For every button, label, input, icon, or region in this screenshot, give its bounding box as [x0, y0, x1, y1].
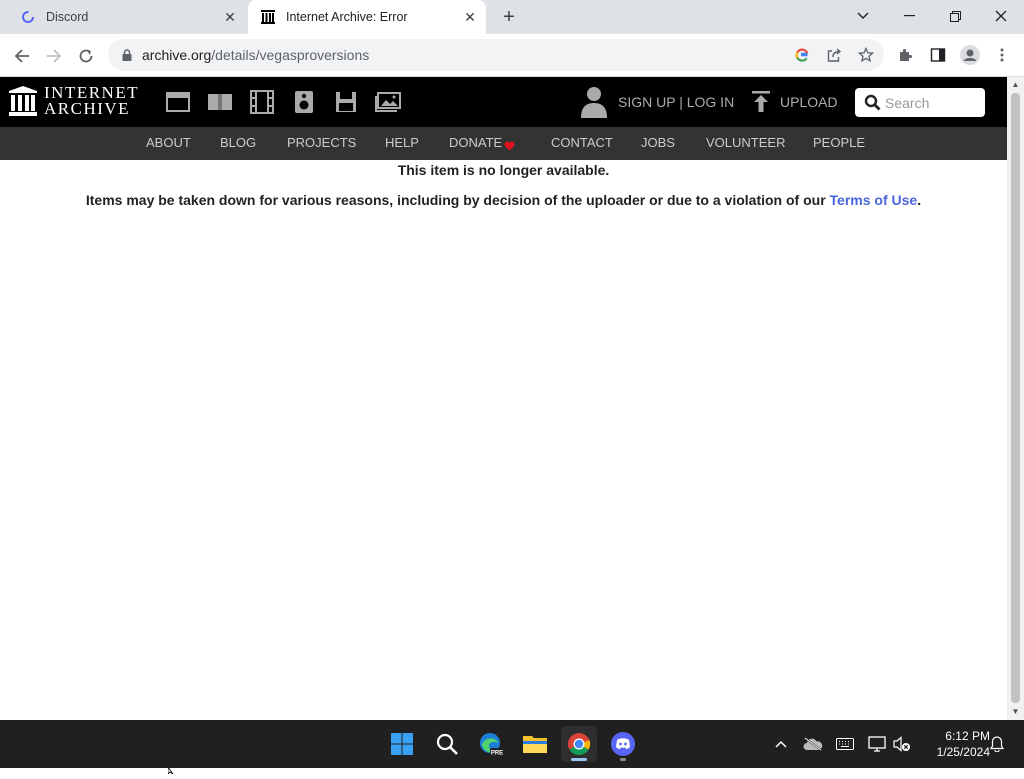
bookmark-star-icon[interactable] [853, 42, 879, 68]
clock-date: 1/25/2024 [936, 745, 990, 759]
volume-muted-icon[interactable] [892, 734, 912, 754]
ia-search-box[interactable]: Search [855, 88, 985, 117]
ia-nav-bar: ABOUT BLOG PROJECTS HELP DONATE CONTACT … [0, 127, 1007, 160]
file-explorer-icon[interactable] [517, 726, 553, 762]
side-panel-icon[interactable] [925, 42, 951, 68]
nav-about[interactable]: ABOUT [146, 135, 191, 150]
archive-building-icon [9, 86, 37, 116]
ia-top-bar: INTERNET ARCHIVE SIGN UP | LOG IN UPLOAD… [0, 77, 1007, 127]
ia-logo[interactable]: INTERNET ARCHIVE [8, 84, 139, 118]
error-message-text: Items may be taken down for various reas… [85, 192, 830, 208]
film-icon[interactable] [249, 90, 275, 114]
nav-blog[interactable]: BLOG [220, 135, 256, 150]
image-icon[interactable] [375, 90, 401, 114]
notification-bell-icon[interactable] [987, 734, 1007, 754]
page-scrollbar[interactable]: ▲ ▼ [1007, 77, 1024, 720]
scroll-up-icon[interactable]: ▲ [1011, 80, 1020, 89]
tab-internet-archive[interactable]: Internet Archive: Error ✕ [248, 0, 486, 34]
error-message: Items may be taken down for various reas… [0, 192, 1007, 208]
minimize-icon[interactable] [886, 0, 932, 32]
tab-title: Discord [46, 10, 89, 24]
signup-login-link[interactable]: SIGN UP | LOG IN [618, 94, 734, 110]
svg-text:PRE: PRE [491, 751, 503, 757]
search-icon [863, 94, 881, 112]
audio-speaker-icon[interactable] [291, 90, 317, 114]
forward-arrow-icon[interactable] [40, 42, 68, 70]
active-app-indicator [571, 758, 587, 761]
floppy-disk-icon[interactable] [333, 90, 359, 114]
tab-close-icon[interactable]: ✕ [220, 7, 240, 27]
book-icon[interactable] [207, 90, 233, 114]
running-app-indicator [620, 758, 626, 761]
user-silhouette-icon[interactable] [580, 85, 608, 124]
url-domain: archive.org [142, 47, 212, 63]
upload-link[interactable]: UPLOAD [780, 94, 838, 110]
clock-time: 6:12 PM [945, 729, 990, 743]
tab-strip: Discord ✕ Internet Archive: Error ✕ + [0, 0, 1024, 34]
scrollbar-thumb[interactable] [1011, 93, 1020, 703]
tab-title: Internet Archive: Error [286, 10, 408, 24]
search-input[interactable]: Search [885, 95, 929, 111]
nav-people[interactable]: PEOPLE [813, 135, 865, 150]
heart-icon [504, 138, 515, 156]
extensions-icon[interactable] [893, 42, 919, 68]
nav-jobs[interactable]: JOBS [641, 135, 675, 150]
discord-taskbar-icon[interactable] [605, 726, 641, 762]
chrome-taskbar-icon[interactable] [561, 726, 597, 762]
archive-favicon-icon [260, 9, 276, 25]
tab-search-icon[interactable] [840, 0, 886, 32]
share-icon[interactable] [821, 42, 847, 68]
nav-donate[interactable]: DONATE [449, 135, 502, 150]
lock-icon[interactable] [120, 48, 134, 62]
onedrive-offline-icon[interactable] [803, 734, 823, 754]
google-lens-icon[interactable] [789, 42, 815, 68]
url-text: archive.org/details/vegasproversions [142, 47, 884, 63]
upload-arrow-icon[interactable] [752, 91, 770, 118]
taskbar-search-icon[interactable] [429, 726, 465, 762]
scroll-down-icon[interactable]: ▼ [1011, 707, 1020, 716]
nav-projects[interactable]: PROJECTS [287, 135, 356, 150]
nav-help[interactable]: HELP [385, 135, 419, 150]
profile-avatar-icon[interactable] [957, 42, 983, 68]
web-icon[interactable] [165, 90, 191, 114]
restore-icon[interactable] [932, 0, 978, 32]
chrome-menu-icon[interactable] [989, 42, 1015, 68]
ia-logo-text: INTERNET ARCHIVE [44, 84, 139, 118]
windows-start-icon[interactable] [384, 726, 420, 762]
system-clock[interactable]: 6:12 PM 1/25/2024 [918, 728, 990, 760]
tab-discord[interactable]: Discord ✕ [8, 0, 246, 34]
windows-taskbar: PRE 6:12 PM 1/25/2024 [0, 720, 1024, 768]
edge-preview-icon[interactable]: PRE [473, 726, 509, 762]
keyboard-icon[interactable] [835, 734, 855, 754]
nav-volunteer[interactable]: VOLUNTEER [706, 135, 785, 150]
back-arrow-icon[interactable] [8, 42, 36, 70]
close-window-icon[interactable] [978, 0, 1024, 32]
url-path: /details/vegasproversions [211, 47, 370, 63]
reload-icon[interactable] [72, 42, 100, 70]
tab-close-icon[interactable]: ✕ [460, 7, 480, 27]
nav-contact[interactable]: CONTACT [551, 135, 613, 150]
discord-favicon-icon [20, 9, 36, 25]
error-message-end: . [917, 192, 922, 208]
address-bar[interactable]: archive.org/details/vegasproversions [108, 39, 884, 71]
terms-of-use-link[interactable]: Terms of Use [830, 192, 918, 208]
error-heading: This item is no longer available. [397, 162, 610, 178]
network-icon[interactable] [867, 734, 887, 754]
mouse-cursor-icon [167, 761, 178, 779]
logo-line-2: ARCHIVE [44, 99, 131, 118]
new-tab-icon[interactable]: + [498, 6, 520, 28]
tray-overflow-chevron-icon[interactable] [771, 734, 791, 754]
browser-toolbar: archive.org/details/vegasproversions [0, 34, 1024, 77]
